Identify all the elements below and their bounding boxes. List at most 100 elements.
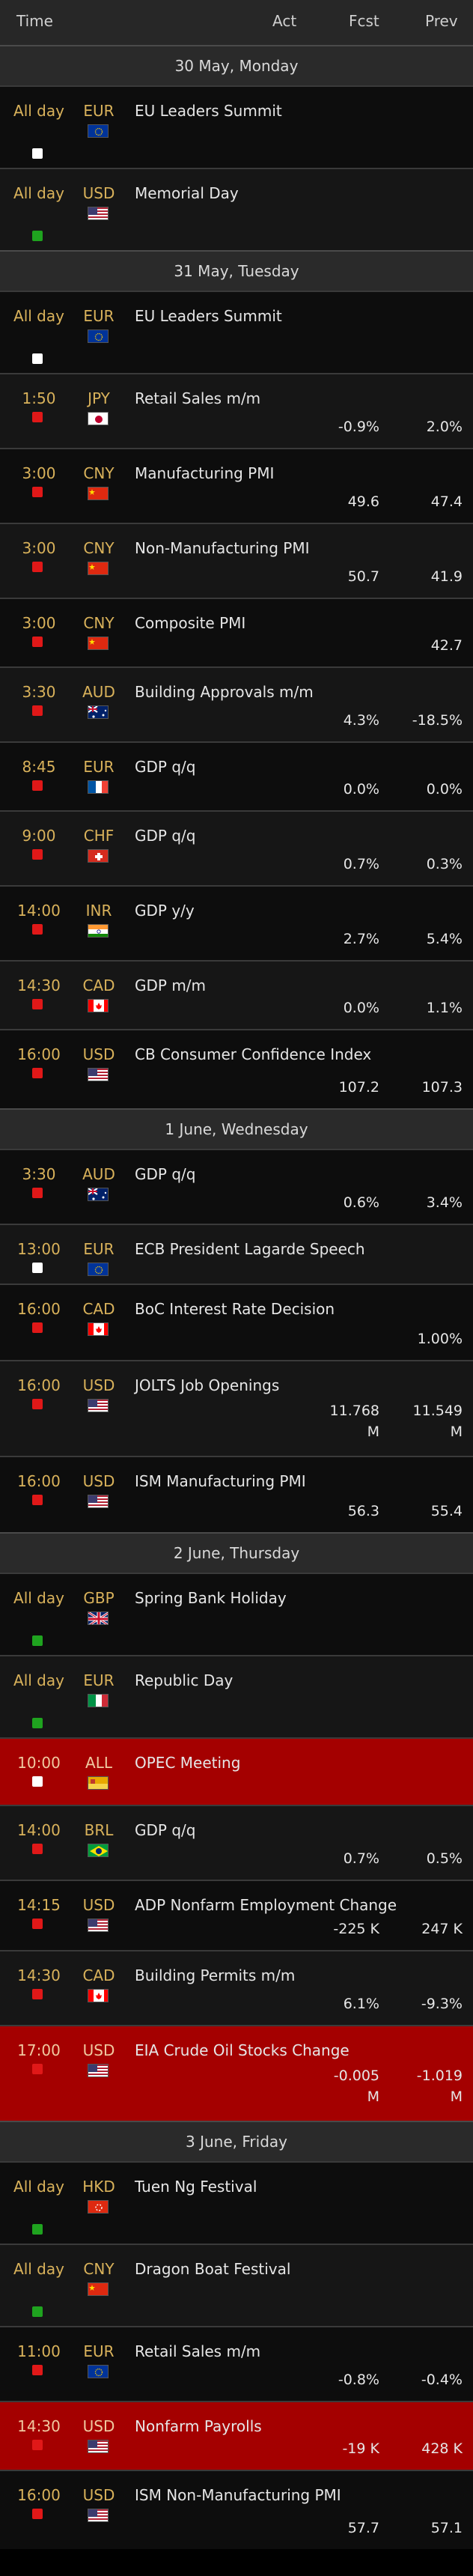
event-title[interactable]: JOLTS Job Openings xyxy=(135,1373,464,1397)
event-title[interactable]: ISM Non-Manufacturing PMI xyxy=(135,2483,464,2507)
event-title[interactable]: EIA Crude Oil Stocks Change xyxy=(135,2038,464,2062)
event-row[interactable]: All day GBP Spring Bank Holiday xyxy=(0,1573,473,1655)
forecast-value: 4.3% xyxy=(343,712,379,729)
event-title[interactable]: Composite PMI xyxy=(135,611,464,635)
event-title[interactable]: Non-Manufacturing PMI xyxy=(135,536,464,560)
event-row[interactable]: 14:30 CAD GDP m/m 0.0% 1.1% xyxy=(0,960,473,1029)
event-title[interactable]: Republic Day xyxy=(135,1668,464,1692)
event-time: 3:30 xyxy=(22,683,56,701)
event-currency: USD xyxy=(82,1896,115,1914)
event-row[interactable]: 9:00 CHF GDP q/q 0.7% 0.3% xyxy=(0,810,473,885)
event-title[interactable]: GDP y/y xyxy=(135,899,464,923)
event-row[interactable]: 14:30 USD Nonfarm Payrolls -19 K 428 K xyxy=(0,2401,473,2470)
us-flag-icon xyxy=(88,2440,109,2453)
event-title[interactable]: Retail Sales m/m xyxy=(135,386,464,410)
cn-flag-icon xyxy=(88,562,109,575)
event-title[interactable]: EU Leaders Summit xyxy=(135,99,464,123)
event-row[interactable]: All day HKD Tuen Ng Festival xyxy=(0,2161,473,2244)
event-title[interactable]: GDP q/q xyxy=(135,755,464,779)
event-title[interactable]: Dragon Boat Festival xyxy=(135,2257,464,2281)
event-time: 11:00 xyxy=(17,2342,61,2360)
event-time: 10:00 xyxy=(17,1754,61,1772)
event-row[interactable]: All day USD Memorial Day xyxy=(0,168,473,250)
forecast-value: -225 K xyxy=(333,1921,379,1937)
event-row[interactable]: 8:45 EUR GDP q/q 0.0% 0.0% xyxy=(0,741,473,810)
impact-indicator xyxy=(32,2509,43,2519)
event-title[interactable]: Tuen Ng Festival xyxy=(135,2175,464,2199)
col-prev[interactable]: Prev xyxy=(425,12,458,30)
event-title[interactable]: Nonfarm Payrolls xyxy=(135,2414,464,2438)
event-currency: USD xyxy=(82,1472,115,1490)
event-title[interactable]: BoC Interest Rate Decision xyxy=(135,1297,464,1321)
col-act[interactable]: Act xyxy=(272,12,296,30)
event-title[interactable]: Building Permits m/m xyxy=(135,1963,464,1987)
event-row[interactable]: 3:00 CNY Non-Manufacturing PMI 50.7 41.9 xyxy=(0,523,473,598)
event-title[interactable]: EU Leaders Summit xyxy=(135,304,464,328)
event-title[interactable]: OPEC Meeting xyxy=(135,1751,464,1775)
event-row[interactable]: 1:50 JPY Retail Sales m/m -0.9% 2.0% xyxy=(0,373,473,448)
impact-indicator xyxy=(32,1844,43,1854)
us-flag-icon xyxy=(88,2064,109,2077)
event-time: 16:00 xyxy=(17,1045,61,1063)
event-title[interactable]: GDP q/q xyxy=(135,824,464,848)
event-title[interactable]: Manufacturing PMI xyxy=(135,461,464,485)
event-time: 3:00 xyxy=(22,614,56,632)
event-row[interactable]: 3:30 AUD Building Approvals m/m 4.3% -18… xyxy=(0,666,473,741)
event-currency: EUR xyxy=(83,1671,115,1689)
event-title[interactable]: ECB President Lagarde Speech xyxy=(135,1237,464,1261)
forecast-value: 56.3 xyxy=(347,1503,379,1519)
event-title[interactable]: Building Approvals m/m xyxy=(135,680,464,704)
event-currency: CNY xyxy=(83,2260,115,2278)
event-row[interactable]: 10:00 ALL OPEC Meeting xyxy=(0,1737,473,1805)
event-row[interactable]: 14:30 CAD Building Permits m/m 6.1% -9.3… xyxy=(0,1950,473,2025)
forecast-value: 0.7% xyxy=(343,1850,379,1867)
event-currency: USD xyxy=(82,2417,115,2435)
impact-indicator xyxy=(32,1322,43,1333)
event-title[interactable]: Memorial Day xyxy=(135,181,464,205)
event-row[interactable]: 14:00 INR GDP y/y 2.7% 5.4% xyxy=(0,885,473,960)
impact-indicator xyxy=(32,1188,43,1198)
event-row[interactable]: 16:00 USD ISM Non-Manufacturing PMI 57.7… xyxy=(0,2470,473,2549)
event-time: All day xyxy=(13,102,64,120)
event-list: 30 May, Monday All day EUR EU Leaders Su… xyxy=(0,45,473,2549)
event-row[interactable]: 16:00 USD CB Consumer Confidence Index 1… xyxy=(0,1029,473,1108)
event-row[interactable]: 3:00 CNY Manufacturing PMI 49.6 47.4 xyxy=(0,448,473,523)
event-row[interactable]: 11:00 EUR Retail Sales m/m -0.8% -0.4% xyxy=(0,2326,473,2401)
col-fcst[interactable]: Fcst xyxy=(349,12,379,30)
event-title[interactable]: ADP Nonfarm Employment Change xyxy=(135,1893,464,1917)
event-row[interactable]: 14:00 BRL GDP q/q 0.7% 0.5% xyxy=(0,1805,473,1880)
event-row[interactable]: 16:00 USD JOLTS Job Openings 11.768 M 11… xyxy=(0,1360,473,1456)
eu-flag-icon xyxy=(88,1263,109,1276)
event-title[interactable]: GDP q/q xyxy=(135,1162,464,1186)
forecast-value: -19 K xyxy=(342,2440,379,2457)
event-title[interactable]: CB Consumer Confidence Index xyxy=(135,1042,464,1066)
impact-indicator xyxy=(32,412,43,422)
event-title[interactable]: Retail Sales m/m xyxy=(135,2339,464,2363)
ch-flag-icon xyxy=(88,849,109,863)
event-row[interactable]: 14:15 USD ADP Nonfarm Employment Change … xyxy=(0,1880,473,1950)
previous-value: 107.3 xyxy=(421,1079,463,1096)
impact-indicator xyxy=(32,1495,43,1505)
previous-value: -1.019 M xyxy=(416,2068,463,2105)
impact-indicator xyxy=(32,1263,43,1273)
in-flag-icon xyxy=(88,924,109,938)
event-row[interactable]: All day EUR Republic Day xyxy=(0,1655,473,1737)
event-time: 14:30 xyxy=(17,976,61,994)
event-row[interactable]: 16:00 CAD BoC Interest Rate Decision 1.0… xyxy=(0,1284,473,1360)
event-row[interactable]: All day EUR EU Leaders Summit xyxy=(0,291,473,373)
event-title[interactable]: GDP m/m xyxy=(135,973,464,997)
event-time: 14:30 xyxy=(17,1966,61,1984)
col-time[interactable]: Time xyxy=(16,12,53,30)
event-row[interactable]: 17:00 USD EIA Crude Oil Stocks Change -0… xyxy=(0,2025,473,2121)
event-title[interactable]: GDP q/q xyxy=(135,1818,464,1842)
event-title[interactable]: Spring Bank Holiday xyxy=(135,1586,464,1610)
impact-indicator xyxy=(32,849,43,860)
impact-indicator xyxy=(32,2064,43,2074)
event-row[interactable]: All day EUR EU Leaders Summit xyxy=(0,85,473,168)
event-row[interactable]: 16:00 USD ISM Manufacturing PMI 56.3 55.… xyxy=(0,1456,473,1532)
event-title[interactable]: ISM Manufacturing PMI xyxy=(135,1469,464,1493)
event-row[interactable]: 3:00 CNY Composite PMI 42.7 xyxy=(0,598,473,666)
event-row[interactable]: 3:30 AUD GDP q/q 0.6% 3.4% xyxy=(0,1149,473,1224)
event-row[interactable]: 13:00 EUR ECB President Lagarde Speech xyxy=(0,1224,473,1284)
event-row[interactable]: All day CNY Dragon Boat Festival xyxy=(0,2244,473,2326)
